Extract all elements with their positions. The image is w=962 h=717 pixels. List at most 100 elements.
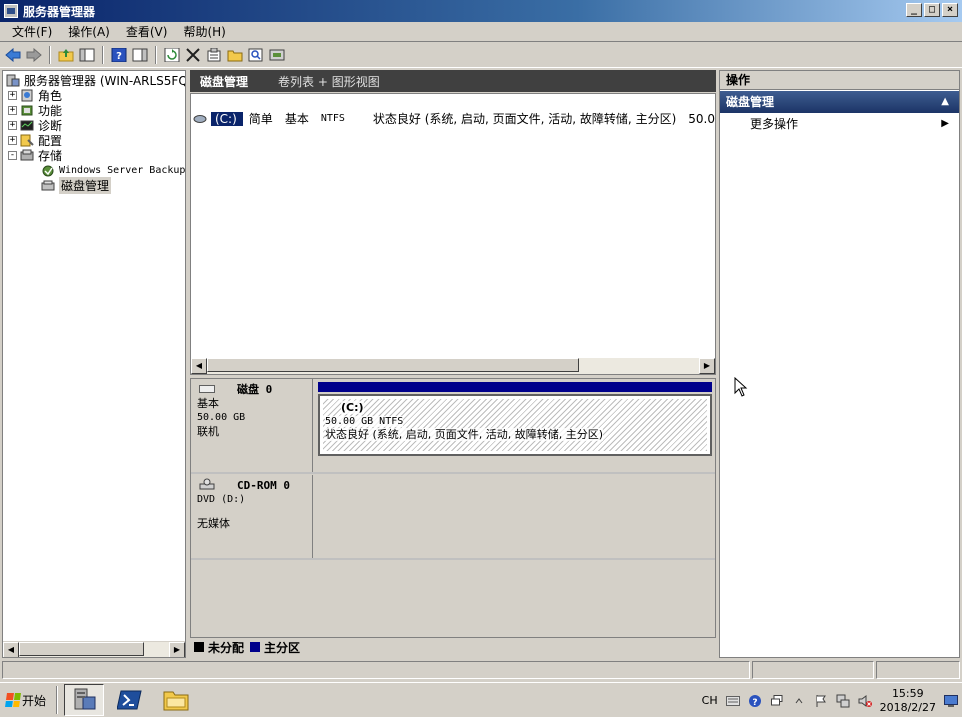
- chevron-up-icon[interactable]: [792, 694, 806, 708]
- cdrom-info[interactable]: CD-ROM 0 DVD (D:) 无媒体: [191, 475, 313, 558]
- menu-action[interactable]: 操作(A): [60, 23, 118, 40]
- help-icon[interactable]: ?: [110, 46, 128, 64]
- status-cell-2: [752, 661, 874, 679]
- tree-item-features[interactable]: + 功能: [8, 103, 62, 118]
- actions-group-label: 磁盘管理: [726, 95, 775, 109]
- maximize-button[interactable]: □: [924, 3, 940, 17]
- expand-icon[interactable]: +: [8, 121, 17, 130]
- cdrom-name: CD-ROM 0: [237, 479, 290, 492]
- disk-graphical-view[interactable]: 磁盘 0 基本 50.00 GB 联机 (C:) 50.00 GB NTFS 状…: [190, 378, 716, 656]
- storage-icon: [20, 149, 34, 161]
- tree-root[interactable]: 服务器管理器 (WIN-ARLS5FQE3R: [6, 73, 185, 88]
- volume-row[interactable]: (C:) 简单 基本 NTFS 状态良好 (系统, 启动, 页面文件, 活动, …: [193, 111, 715, 126]
- explorer-icon: [163, 691, 189, 711]
- tree-item-diagnostics[interactable]: + 诊断: [8, 118, 62, 133]
- cdrom-state: 无媒体: [197, 517, 230, 530]
- delete-icon[interactable]: [184, 46, 202, 64]
- open-folder-icon[interactable]: [226, 46, 244, 64]
- volume-muted-icon[interactable]: [858, 694, 872, 708]
- scroll-right-arrow-icon[interactable]: ▶: [699, 358, 715, 374]
- center-title: 磁盘管理: [200, 74, 249, 89]
- restore-window-icon[interactable]: [770, 694, 784, 708]
- toolbar-separator: [155, 46, 157, 64]
- system-tray: CH ? 15:59 2018/2/27: [698, 684, 962, 717]
- scroll-track[interactable]: [19, 642, 169, 657]
- toolbar-separator: [49, 46, 51, 64]
- cdrom-partition-area: [315, 475, 715, 558]
- tree-item-label: 磁盘管理: [59, 177, 112, 194]
- scroll-track[interactable]: [207, 358, 699, 374]
- scroll-thumb[interactable]: [19, 642, 144, 656]
- actions-group-disk-management[interactable]: 磁盘管理 ▲: [720, 91, 959, 113]
- partition-c[interactable]: (C:) 50.00 GB NTFS 状态良好 (系统, 启动, 页面文件, 活…: [318, 394, 712, 456]
- search-icon[interactable]: [247, 46, 265, 64]
- tree-item-configuration[interactable]: + 配置: [8, 133, 62, 148]
- collapse-icon[interactable]: -: [8, 151, 17, 160]
- taskbar-server-manager[interactable]: [64, 684, 105, 716]
- expand-icon[interactable]: +: [8, 106, 17, 115]
- scroll-left-arrow-icon[interactable]: ◀: [3, 642, 19, 657]
- clock[interactable]: 15:59 2018/2/27: [880, 687, 936, 715]
- legend-unallocated-label: 未分配: [208, 640, 245, 655]
- keyboard-icon[interactable]: [725, 694, 740, 708]
- menu-file[interactable]: 文件(F): [4, 23, 60, 40]
- action-center-flag-icon[interactable]: [814, 694, 828, 708]
- actions-title: 操作: [720, 71, 959, 90]
- tree-item-label: 存储: [38, 149, 63, 163]
- partition-size: 50.00 GB NTFS: [325, 416, 404, 427]
- volume-capacity: 50.0: [688, 111, 715, 126]
- expand-icon[interactable]: +: [8, 136, 17, 145]
- cdrom-row[interactable]: CD-ROM 0 DVD (D:) 无媒体: [191, 475, 715, 560]
- volume-list-horizontal-scrollbar[interactable]: ◀ ▶: [191, 358, 715, 374]
- tree-item-roles[interactable]: + 角色: [8, 88, 62, 103]
- up-folder-icon[interactable]: [57, 46, 75, 64]
- disk-row[interactable]: 磁盘 0 基本 50.00 GB 联机 (C:) 50.00 GB NTFS 状…: [191, 379, 715, 474]
- ime-indicator[interactable]: CH: [702, 694, 718, 707]
- taskbar-explorer[interactable]: [156, 684, 196, 716]
- tree-item-storage[interactable]: - 存储: [8, 148, 62, 163]
- actions-pane: 操作 磁盘管理 ▲ 更多操作 ▶: [719, 70, 960, 658]
- show-desktop-icon[interactable]: [944, 694, 958, 708]
- refresh-icon[interactable]: [163, 46, 181, 64]
- legend-unallocated-swatch: [194, 642, 204, 652]
- volume-list[interactable]: (C:) 简单 基本 NTFS 状态良好 (系统, 启动, 页面文件, 活动, …: [190, 93, 716, 375]
- tree-item-disk-management[interactable]: 磁盘管理: [41, 177, 112, 194]
- forward-arrow-icon[interactable]: [25, 46, 43, 64]
- roles-icon: [21, 89, 33, 102]
- navigation-tree[interactable]: 服务器管理器 (WIN-ARLS5FQE3R + 角色 + 功能 + 诊断 + …: [2, 70, 186, 658]
- server-manager-icon: [6, 74, 20, 87]
- scroll-left-arrow-icon[interactable]: ◀: [191, 358, 207, 374]
- tree-item-windows-server-backup[interactable]: Windows Server Backup: [41, 163, 185, 178]
- volume-status: 状态良好 (系统, 启动, 页面文件, 活动, 故障转储, 主分区): [372, 112, 677, 126]
- partition-name: (C:): [341, 401, 364, 414]
- scroll-right-arrow-icon[interactable]: ▶: [169, 642, 185, 657]
- collapse-arrow-icon[interactable]: ▲: [941, 91, 949, 113]
- menu-view[interactable]: 查看(V): [118, 23, 176, 40]
- legend-primary-swatch: [250, 642, 261, 652]
- show-hide-tree-icon[interactable]: [78, 46, 96, 64]
- back-arrow-icon[interactable]: [4, 46, 22, 64]
- start-button[interactable]: 开始: [2, 686, 50, 714]
- disk-info[interactable]: 磁盘 0 基本 50.00 GB 联机: [191, 379, 313, 472]
- help-circle-icon[interactable]: ?: [748, 694, 762, 708]
- center-view-label: 卷列表 + 图形视图: [278, 74, 380, 89]
- taskbar-powershell[interactable]: [110, 684, 150, 716]
- action-more-actions[interactable]: 更多操作 ▶: [720, 113, 959, 135]
- network-icon[interactable]: [836, 694, 850, 708]
- expand-icon[interactable]: +: [8, 91, 17, 100]
- taskbar-separator: [56, 686, 59, 714]
- scroll-thumb[interactable]: [207, 358, 579, 372]
- svg-text:?: ?: [116, 51, 122, 62]
- clock-time: 15:59: [891, 686, 924, 700]
- menu-help[interactable]: 帮助(H): [175, 23, 233, 40]
- close-button[interactable]: ×: [942, 3, 958, 17]
- status-cell-main: [2, 661, 750, 679]
- drive-properties-icon[interactable]: [268, 46, 286, 64]
- legend: 未分配 主分区: [190, 637, 716, 656]
- window-titlebar[interactable]: 服务器管理器 _ □ ×: [0, 0, 962, 22]
- show-hide-action-icon[interactable]: [131, 46, 149, 64]
- minimize-button[interactable]: _: [906, 3, 922, 17]
- disk-size: 50.00 GB: [197, 412, 246, 423]
- properties-icon[interactable]: [205, 46, 223, 64]
- tree-horizontal-scrollbar[interactable]: ◀ ▶: [3, 641, 185, 657]
